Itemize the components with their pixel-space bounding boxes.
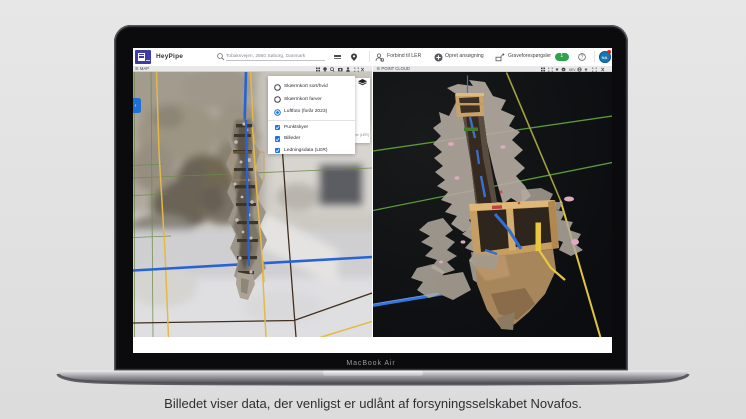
svg-text:?: ? [581,55,584,61]
